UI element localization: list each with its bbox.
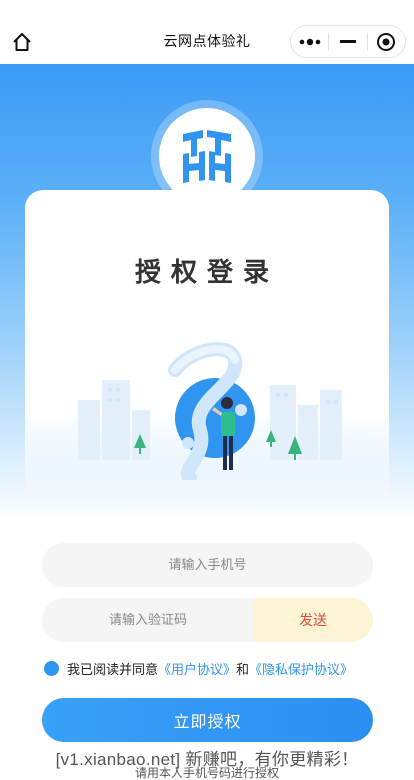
person-with-document-illustration [78,342,342,480]
auth-hint: 请用本人手机号码进行授权 [134,766,279,780]
agreement-row: 我已阅读并同意 《用户协议》 和 《隐私保护协议》 [44,658,353,678]
and-text: 和 [236,662,250,678]
minimize-icon [340,39,356,43]
close-button[interactable] [368,25,405,58]
target-close-icon [377,32,396,51]
authorize-button[interactable]: 立即授权 [42,698,373,742]
user-agreement-link[interactable]: 《用户协议》 [158,659,236,678]
hh-logo-icon [183,130,231,183]
auth-title: 授权登录 [134,258,279,288]
phone-field[interactable] [42,543,373,587]
logo [159,108,255,204]
phone-input[interactable] [42,543,373,587]
privacy-agreement-link[interactable]: 《隐私保护协议》 [249,659,353,678]
top-navigation-bar: 云网点体验礼 [0,0,414,64]
more-dots-icon [299,38,320,45]
minimize-button[interactable] [329,25,366,58]
mini-program-capsule [290,25,406,58]
verification-code-field[interactable]: 发送 [42,598,373,642]
verification-code-input[interactable] [42,598,254,642]
agree-text: 我已阅读并同意 [67,662,159,678]
more-button[interactable] [291,25,328,58]
agree-checkbox[interactable] [44,660,59,676]
send-code-button[interactable]: 发送 [253,598,373,642]
